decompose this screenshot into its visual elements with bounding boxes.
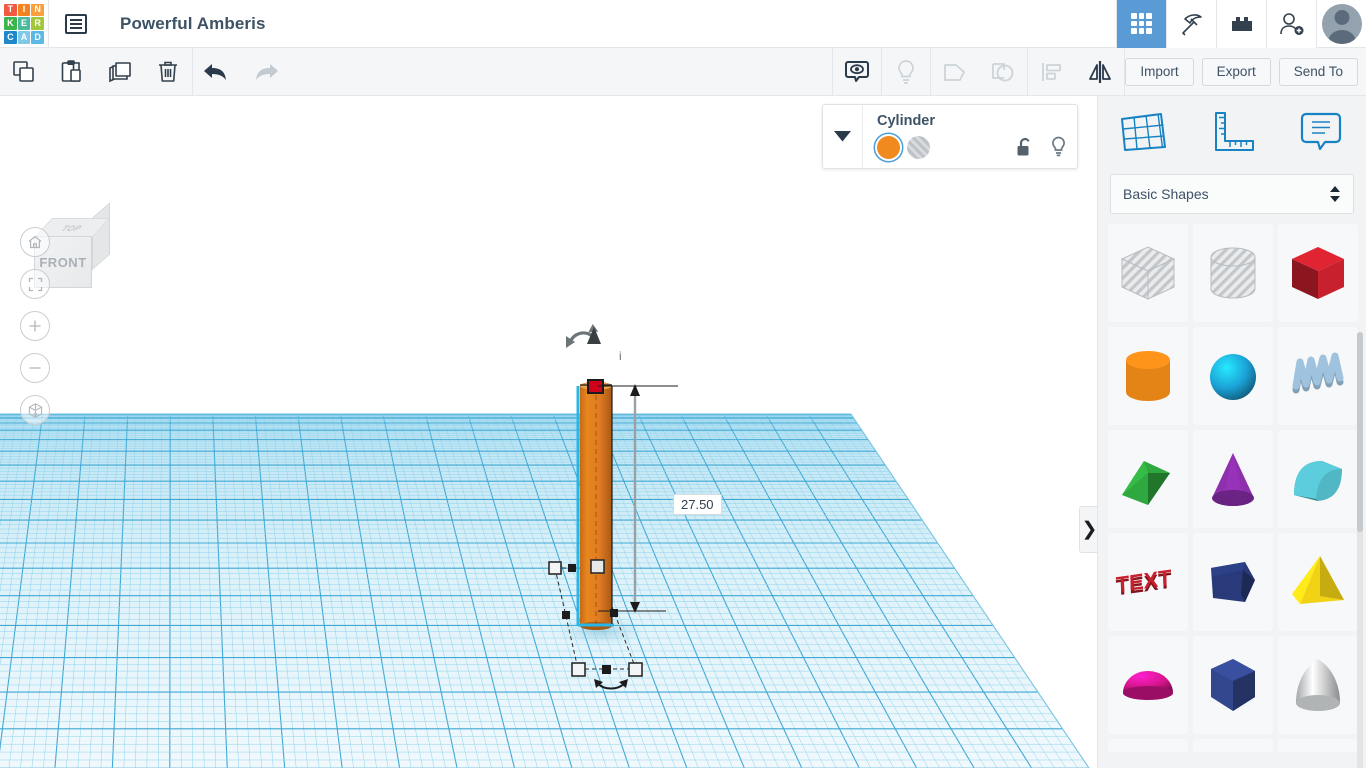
duplicate-icon[interactable] xyxy=(96,48,144,96)
pickaxe-icon[interactable] xyxy=(1166,0,1216,48)
shape-sphere[interactable] xyxy=(1193,327,1273,425)
selected-object-cylinder[interactable]: i xyxy=(0,96,1097,768)
unlock-icon[interactable] xyxy=(1016,137,1034,157)
list-icon xyxy=(64,13,87,34)
dimension-label[interactable]: 27.50 xyxy=(673,494,722,515)
shape-roof[interactable] xyxy=(1108,430,1188,528)
shape-placeholder-0[interactable] xyxy=(1108,739,1188,752)
shape-placeholder-1[interactable] xyxy=(1193,739,1273,752)
svg-text:i: i xyxy=(619,349,622,363)
logo-tile-n: N xyxy=(31,3,44,17)
avatar[interactable] xyxy=(1316,0,1366,48)
design-list-button[interactable] xyxy=(48,0,102,48)
shape-panel-title: Cylinder xyxy=(877,113,936,129)
user-avatar-image xyxy=(1321,3,1362,44)
ruler-icon[interactable] xyxy=(1187,96,1276,168)
shapes-grid: TEXT TEXT xyxy=(1098,224,1366,752)
show-hide-icon[interactable] xyxy=(833,48,881,96)
collapse-panel-toggle[interactable]: ❯ xyxy=(1079,506,1097,553)
shape-scribble[interactable] xyxy=(1278,327,1358,425)
chevron-down-icon xyxy=(834,131,851,142)
ungroup-icon xyxy=(979,48,1027,96)
gallery-grid-icon[interactable] xyxy=(1116,0,1166,48)
shape-properties-panel: Cylinder xyxy=(822,104,1078,169)
lightbulb-icon[interactable] xyxy=(1050,136,1067,157)
shape-panel-actions xyxy=(1016,136,1067,157)
lightbulb-icon xyxy=(882,48,930,96)
shape-placeholder-2[interactable] xyxy=(1278,739,1358,752)
editor-canvas[interactable]: TOP FRONT i 27.50 ❯ xyxy=(0,96,1097,768)
delete-icon[interactable] xyxy=(144,48,192,96)
logo-tile-i: I xyxy=(17,3,31,17)
shape-pyramid[interactable] xyxy=(1278,533,1358,631)
workplane-icon[interactable] xyxy=(1098,96,1187,168)
shape-cone[interactable] xyxy=(1193,430,1273,528)
header-right-icons xyxy=(1116,0,1366,48)
shape-panel-body: Cylinder xyxy=(863,105,1077,168)
shape-half-cylinder[interactable] xyxy=(1278,430,1358,528)
cylinder-body xyxy=(580,382,612,630)
shape-text[interactable]: TEXT TEXT xyxy=(1108,533,1188,631)
hole-swatch[interactable] xyxy=(907,136,930,159)
mirror-icon[interactable] xyxy=(1076,48,1124,96)
shape-paraboloid[interactable] xyxy=(1278,636,1358,734)
top-header-bar: TIN KER CAD Powerful Amberis xyxy=(0,0,1366,48)
redo-icon[interactable] xyxy=(241,48,289,96)
logo-tile-t: T xyxy=(4,3,17,17)
shapes-side-panel: Basic Shapes TEXT TEXT xyxy=(1097,96,1366,768)
group-icon xyxy=(931,48,979,96)
shapes-scrollbar-thumb[interactable] xyxy=(1357,332,1363,532)
shape-half-sphere[interactable] xyxy=(1108,636,1188,734)
panel-collapse-button[interactable] xyxy=(823,105,863,168)
logo-tile-d: D xyxy=(31,30,44,44)
tinkercad-logo[interactable]: TIN KER CAD xyxy=(0,0,48,48)
rotate-handle-top xyxy=(566,324,601,348)
paste-icon[interactable] xyxy=(48,48,96,96)
logo-tile-k: K xyxy=(4,17,17,30)
shape-cylinder[interactable] xyxy=(1108,327,1188,425)
panel-tool-icons xyxy=(1098,96,1366,168)
blocks-icon[interactable] xyxy=(1216,0,1266,48)
shape-box[interactable] xyxy=(1278,224,1358,322)
chevron-updown-icon xyxy=(1330,186,1340,202)
notes-icon[interactable] xyxy=(1277,96,1366,168)
solid-swatch[interactable] xyxy=(877,136,900,159)
logo-tile-c: C xyxy=(4,30,17,44)
undo-icon[interactable] xyxy=(193,48,241,96)
page-title: Powerful Amberis xyxy=(120,13,266,33)
main-toolbar: Import Export Send To xyxy=(0,47,1366,96)
shape-library-dropdown[interactable]: Basic Shapes xyxy=(1110,174,1354,214)
invite-person-icon[interactable] xyxy=(1266,0,1316,48)
shape-hexagonal-prism[interactable] xyxy=(1193,636,1273,734)
shape-polygon-arrow[interactable] xyxy=(1193,533,1273,631)
logo-tile-a: A xyxy=(17,30,31,44)
rotate-handle-bottom xyxy=(594,679,628,690)
import-button[interactable]: Import xyxy=(1125,57,1194,86)
tinkercad-app: TIN KER CAD Powerful Amberis Import Export… xyxy=(0,0,1366,768)
shape-library-value: Basic Shapes xyxy=(1123,186,1209,202)
logo-tile-r: R xyxy=(31,17,44,30)
shape-cylinder-hole[interactable] xyxy=(1193,224,1273,322)
align-icon xyxy=(1028,48,1076,96)
copy-icon[interactable] xyxy=(0,48,48,96)
logo-tile-e: E xyxy=(17,17,31,30)
send-to-button[interactable]: Send To xyxy=(1278,57,1358,86)
shape-box-hole[interactable] xyxy=(1108,224,1188,322)
export-button[interactable]: Export xyxy=(1201,57,1271,86)
